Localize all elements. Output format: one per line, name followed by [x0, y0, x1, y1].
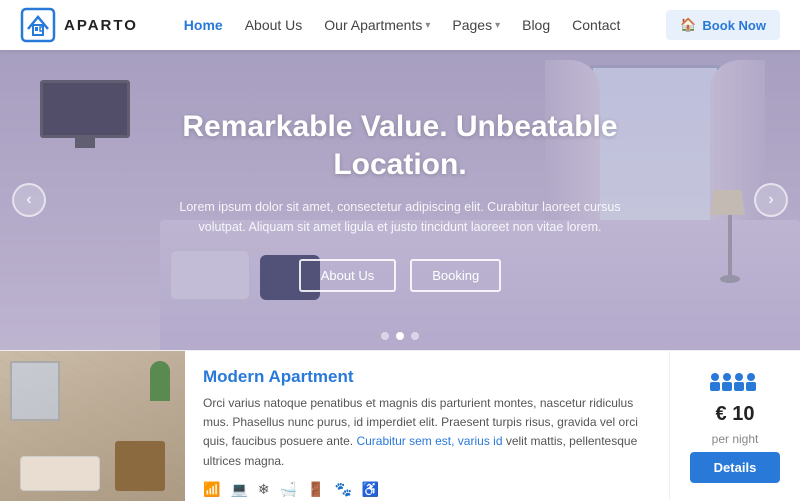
- hero-next-button[interactable]: ›: [754, 183, 788, 217]
- hero-about-button[interactable]: About Us: [299, 259, 396, 292]
- price-per-night: per night: [712, 432, 759, 446]
- tv-icon: 💻: [230, 481, 247, 498]
- logo-icon: [20, 7, 56, 43]
- home-icon: 🏠: [680, 17, 696, 33]
- apartment-description: Orci varius natoque penatibus et magnis …: [203, 394, 651, 471]
- apartment-card: Modern Apartment Orci varius natoque pen…: [0, 350, 800, 500]
- door-icon: 🚪: [307, 481, 324, 498]
- occupancy-icon: [710, 369, 760, 391]
- hero-content: Remarkable Value. Unbeatable Location. L…: [0, 50, 800, 350]
- ac-icon: ❄: [258, 481, 270, 498]
- apartment-info: Modern Apartment Orci varius natoque pen…: [185, 351, 670, 500]
- hero-prev-button[interactable]: ‹: [12, 183, 46, 217]
- nav-pages[interactable]: Pages ▾: [452, 17, 500, 33]
- nav-home[interactable]: Home: [184, 17, 223, 33]
- hero-dots: [381, 332, 419, 340]
- wheelchair-icon: ♿: [362, 481, 379, 498]
- pet-icon: 🐾: [334, 481, 351, 498]
- apartment-image: [0, 351, 185, 501]
- apartments-chevron-icon: ▾: [425, 20, 430, 31]
- hero-section: Remarkable Value. Unbeatable Location. L…: [0, 50, 800, 350]
- hero-booking-button[interactable]: Booking: [410, 259, 501, 292]
- main-nav: Home About Us Our Apartments ▾ Pages ▾ B…: [184, 17, 621, 33]
- people-icon: [710, 369, 760, 397]
- hero-dot-3[interactable]: [411, 332, 419, 340]
- nav-about[interactable]: About Us: [245, 17, 303, 33]
- apartment-title: Modern Apartment: [203, 367, 651, 387]
- nav-contact[interactable]: Contact: [572, 17, 620, 33]
- read-more-link[interactable]: Curabitur sem est, varius id: [356, 434, 502, 448]
- hero-buttons: About Us Booking: [299, 259, 501, 292]
- nav-apartments[interactable]: Our Apartments ▾: [324, 17, 430, 33]
- logo[interactable]: APARTO: [20, 7, 138, 43]
- pages-chevron-icon: ▾: [495, 20, 500, 31]
- nav-blog[interactable]: Blog: [522, 17, 550, 33]
- book-now-button[interactable]: 🏠 Book Now: [666, 10, 780, 40]
- header: APARTO Home About Us Our Apartments ▾ Pa…: [0, 0, 800, 50]
- hero-dot-2[interactable]: [396, 332, 404, 340]
- bath-icon: 🛁: [280, 481, 297, 498]
- apartment-price-section: € 10 per night Details: [670, 351, 800, 500]
- hero-title: Remarkable Value. Unbeatable Location.: [160, 108, 640, 183]
- wifi-icon: 📶: [203, 481, 220, 498]
- details-button[interactable]: Details: [690, 452, 780, 483]
- amenity-icons: 📶 💻 ❄ 🛁 🚪 🐾 ♿: [203, 481, 651, 498]
- logo-label: APARTO: [64, 17, 138, 34]
- hero-subtitle: Lorem ipsum dolor sit amet, consectetur …: [160, 197, 640, 237]
- price-amount: € 10: [716, 403, 755, 426]
- hero-dot-1[interactable]: [381, 332, 389, 340]
